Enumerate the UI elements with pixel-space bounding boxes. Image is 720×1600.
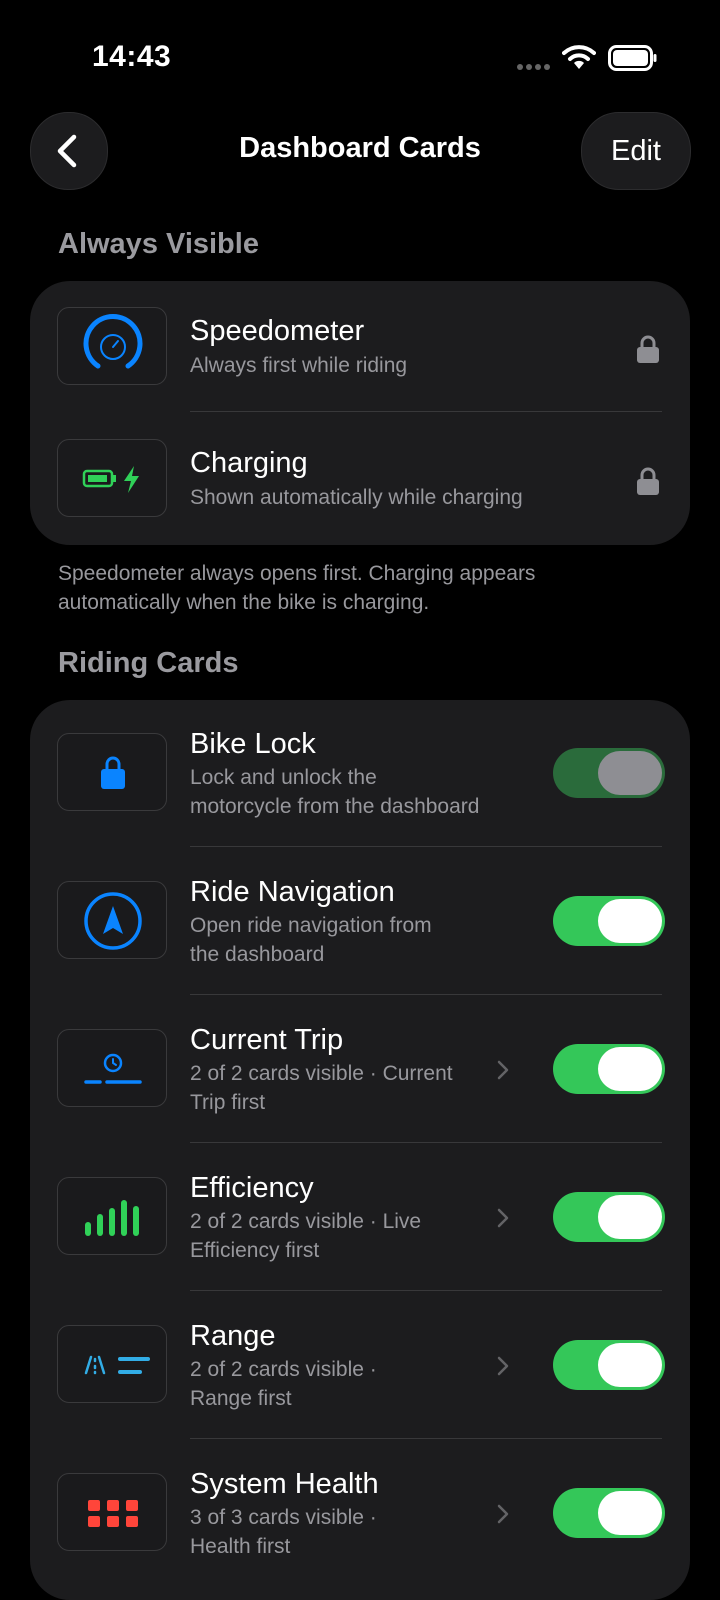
lock-icon: [637, 467, 659, 495]
range-road-icon: [57, 1325, 167, 1403]
chevron-right-icon: [497, 1356, 509, 1376]
divider: [190, 1438, 662, 1439]
current-trip-toggle[interactable]: [553, 1044, 665, 1094]
row-subtitle: Shown automatically while charging: [190, 486, 523, 509]
row-subtitle: 2 of 2 cards visible · Live Efficiency f…: [190, 1208, 510, 1265]
efficiency-bars-icon: [57, 1177, 167, 1255]
subtitle-line: Range first: [190, 1386, 292, 1410]
ride-navigation-toggle[interactable]: [553, 896, 665, 946]
always-visible-footnote: Speedometer always opens first. Charging…: [58, 562, 536, 614]
subtitle-line: Health first: [190, 1534, 291, 1558]
always-visible-card: Speedometer Always first while riding Ch…: [30, 281, 690, 545]
range-toggle[interactable]: [553, 1340, 665, 1390]
row-subtitle: 3 of 3 cards visible · Health first: [190, 1504, 510, 1561]
status-bar: 14:43: [0, 0, 720, 110]
list-item-efficiency[interactable]: Efficiency 2 of 2 cards visible · Live E…: [30, 1144, 690, 1292]
subtitle-line: Open ride navigation from: [190, 914, 432, 937]
row-subtitle: 2 of 2 cards visible · Range first: [190, 1356, 510, 1413]
subtitle-line: 2 of 2 cards visible · Current: [190, 1062, 453, 1085]
list-item-range[interactable]: Range 2 of 2 cards visible · Range first: [30, 1292, 690, 1440]
subtitle-line: 2 of 2 cards visible · Live: [190, 1210, 422, 1233]
list-item-ride-navigation: Ride Navigation Open ride navigation fro…: [30, 848, 690, 996]
divider: [190, 411, 662, 412]
divider: [190, 994, 662, 995]
chevron-right-icon: [497, 1504, 509, 1524]
wifi-icon: [562, 45, 596, 69]
row-title: Efficiency: [190, 1172, 314, 1204]
list-item-charging: Charging Shown automatically while charg…: [30, 413, 690, 545]
row-subtitle: 2 of 2 cards visible · Current Trip firs…: [190, 1060, 510, 1117]
edit-button[interactable]: Edit: [581, 112, 691, 190]
section-header-riding-cards: Riding Cards: [58, 647, 239, 679]
system-health-toggle[interactable]: [553, 1488, 665, 1538]
subtitle-line: Efficiency first: [190, 1238, 320, 1262]
speedometer-icon: [57, 307, 167, 385]
bike-lock-toggle[interactable]: [553, 748, 665, 798]
subtitle-line: Trip first: [190, 1090, 266, 1114]
row-title: Ride Navigation: [190, 876, 395, 908]
row-title: Bike Lock: [190, 728, 316, 760]
trip-icon: [57, 1029, 167, 1107]
divider: [190, 1290, 662, 1291]
list-item-current-trip[interactable]: Current Trip 2 of 2 cards visible · Curr…: [30, 996, 690, 1144]
row-title: System Health: [190, 1468, 379, 1500]
efficiency-toggle[interactable]: [553, 1192, 665, 1242]
padlock-icon: [57, 733, 167, 811]
divider: [190, 846, 662, 847]
row-title: Current Trip: [190, 1024, 344, 1056]
battery-icon: [608, 45, 657, 71]
grid-icon: [57, 1473, 167, 1551]
status-time: 14:43: [92, 40, 172, 73]
chevron-right-icon: [497, 1060, 509, 1080]
subtitle-line: 3 of 3 cards visible ·: [190, 1506, 377, 1529]
subtitle-line: the dashboard: [190, 942, 325, 966]
riding-cards-card: Bike Lock Lock and unlock the motorcycle…: [30, 700, 690, 1600]
row-title: Speedometer: [190, 315, 365, 347]
list-item-speedometer: Speedometer Always first while riding: [30, 281, 690, 413]
list-item-bike-lock: Bike Lock Lock and unlock the motorcycle…: [30, 700, 690, 848]
navigation-arrow-icon: [57, 881, 167, 959]
row-subtitle: Lock and unlock the motorcycle from the …: [190, 764, 510, 821]
chevron-right-icon: [497, 1208, 509, 1228]
subtitle-line: 2 of 2 cards visible ·: [190, 1358, 377, 1381]
row-subtitle: Always first while riding: [190, 354, 408, 377]
row-title: Range: [190, 1320, 276, 1352]
subtitle-line: Lock and unlock the: [190, 766, 377, 789]
battery-charging-icon: [57, 439, 167, 517]
section-header-always-visible: Always Visible: [58, 228, 259, 260]
subtitle-line: motorcycle from the dashboard: [190, 794, 480, 818]
row-subtitle: Open ride navigation from the dashboard: [190, 912, 510, 969]
divider: [190, 1142, 662, 1143]
cellular-signal-icon: [517, 64, 550, 70]
lock-icon: [637, 335, 659, 363]
row-title: Charging: [190, 447, 308, 479]
list-item-system-health[interactable]: System Health 3 of 3 cards visible · Hea…: [30, 1440, 690, 1588]
